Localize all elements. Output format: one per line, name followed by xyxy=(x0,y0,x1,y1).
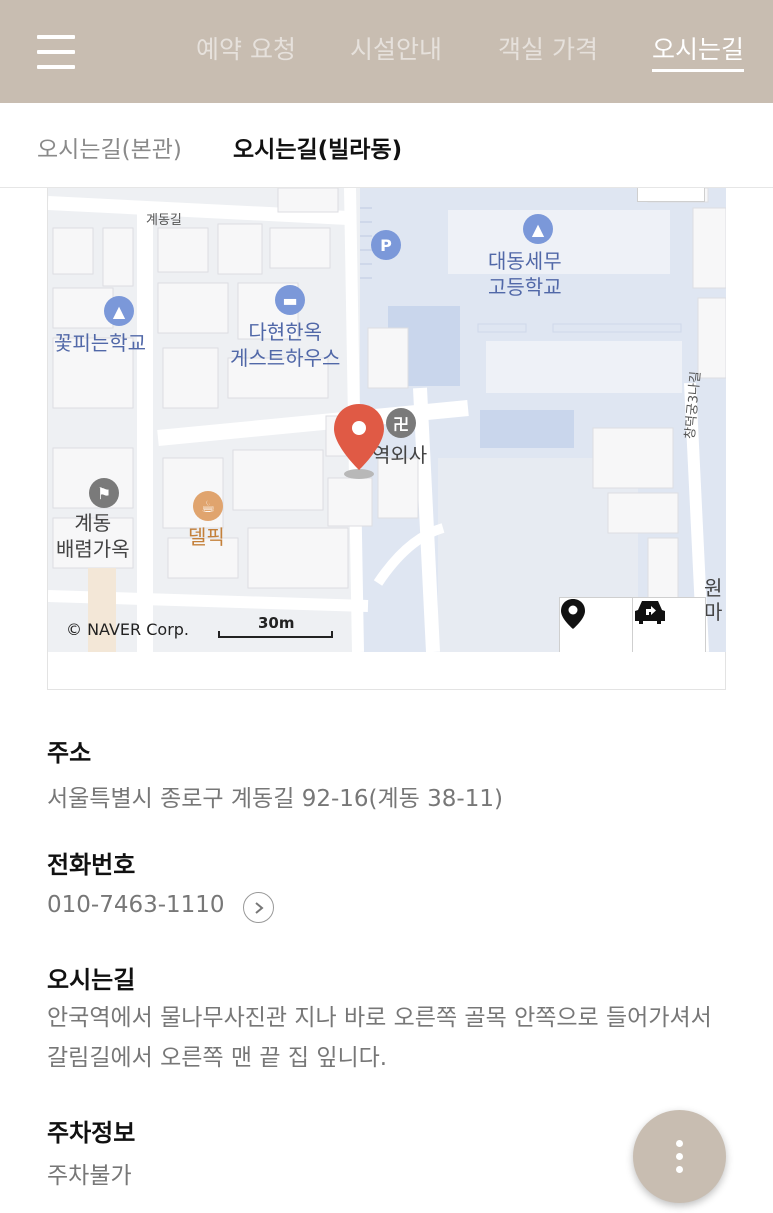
map-label-daedong-school: 대동세무 고등학교 xyxy=(488,249,562,299)
sub-tabs: 오시는길(본관) 오시는길(빌라동) xyxy=(0,103,773,188)
phone-number[interactable]: 010-7463-1110 xyxy=(47,892,225,918)
map-label-gyedong-house: 계동 배렴가옥 xyxy=(56,511,130,561)
car-directions-icon xyxy=(635,601,665,624)
directions-title: 오시는길 xyxy=(47,966,136,994)
map-label-delpic: 델픽 xyxy=(188,525,225,549)
location-pin-icon[interactable] xyxy=(331,402,387,480)
school-icon[interactable]: ▲ xyxy=(104,296,134,326)
phone-title: 전화번호 xyxy=(47,851,136,879)
map-corner-button[interactable] xyxy=(637,188,705,202)
directions-text: 안국역에서 물나무사진관 지나 바로 오른쪽 골목 안쪽으로 들어가셔서 갈림길… xyxy=(47,1005,712,1071)
map-pin-icon xyxy=(561,599,585,629)
chevron-right-icon[interactable] xyxy=(243,892,274,923)
tab-villa-building[interactable]: 오시는길(빌라동) xyxy=(233,130,402,164)
nav-reservation[interactable]: 예약 요청 xyxy=(196,30,296,66)
school-icon[interactable]: ▲ xyxy=(523,214,553,244)
cafe-icon[interactable]: ☕ xyxy=(193,491,223,521)
address-title: 주소 xyxy=(47,739,92,767)
lodging-icon[interactable]: ▬ xyxy=(275,285,305,315)
menu-icon[interactable] xyxy=(37,35,75,69)
tab-main-building[interactable]: 오시는길(본관) xyxy=(37,130,182,164)
car-directions-button[interactable] xyxy=(632,597,706,652)
map-scale: 30m xyxy=(218,614,333,638)
parking-icon[interactable]: P xyxy=(371,230,401,260)
parking-text: 주차불가 xyxy=(47,1163,132,1189)
map-label-kkotpi-school: 꽃피는학교 xyxy=(54,331,146,355)
more-dots-icon xyxy=(676,1140,683,1147)
top-header: 예약 요청 시설안내 객실 가격 오시는길 xyxy=(0,0,773,103)
map-view[interactable]: P ▲ ▲ ▬ 卍 ⚑ ☕ 계동길 대동세무 고등학교 꽃피는학교 다현한옥 게… xyxy=(48,188,726,652)
map-label-dahyeon-guesthouse: 다현한옥 게스트하우스 xyxy=(230,320,341,370)
nav-directions[interactable]: 오시는길 xyxy=(652,30,745,72)
nav-facilities[interactable]: 시설안내 xyxy=(350,30,442,66)
map-label-right-edge: 원 마 xyxy=(704,576,723,624)
map-copyright: © NAVER Corp. xyxy=(66,620,190,639)
address-text: 서울특별시 종로구 계동길 92-16(계동 38-11) xyxy=(47,786,503,812)
temple-icon[interactable]: 卍 xyxy=(386,408,416,438)
map-pin-button[interactable] xyxy=(559,597,633,652)
map-label-gyedong-gil: 계동길 xyxy=(146,213,182,228)
nav-room-prices[interactable]: 객실 가격 xyxy=(498,30,598,66)
landmark-flag-icon[interactable]: ⚑ xyxy=(89,478,119,508)
map-scale-label: 30m xyxy=(258,614,295,632)
more-options-button[interactable] xyxy=(633,1110,726,1203)
parking-title: 주차정보 xyxy=(47,1119,136,1147)
map-card: P ▲ ▲ ▬ 卍 ⚑ ☕ 계동길 대동세무 고등학교 꽃피는학교 다현한옥 게… xyxy=(47,188,726,690)
